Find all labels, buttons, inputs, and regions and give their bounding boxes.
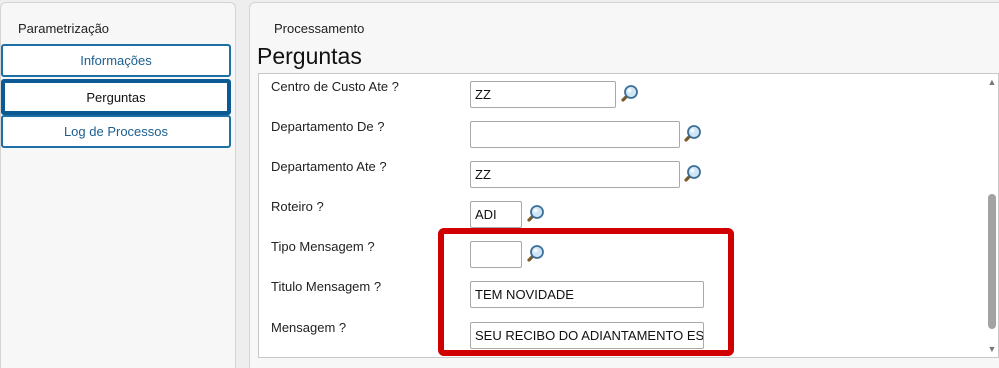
sidebar-item-informacoes[interactable]: Informações	[1, 44, 231, 77]
questions-form: Centro de Custo Ate ? ZZ Departamento De…	[258, 73, 999, 358]
field-label-mensagem: Mensagem ?	[271, 320, 347, 335]
tipo-mensagem-input[interactable]	[470, 241, 522, 268]
departamento-ate-input[interactable]: ZZ	[470, 161, 680, 188]
sidebar-panel: Parametrização Informações Perguntas Log…	[0, 2, 236, 368]
page-title: Perguntas	[257, 43, 362, 69]
field-label-tipo-mensagem: Tipo Mensagem ?	[271, 239, 375, 254]
scroll-down-arrow-icon[interactable]: ▼	[986, 343, 998, 355]
vertical-scrollbar[interactable]: ▲ ▼	[986, 74, 998, 357]
magnifier-icon[interactable]	[618, 83, 640, 105]
departamento-de-input[interactable]	[470, 121, 680, 148]
scroll-thumb[interactable]	[988, 194, 996, 329]
field-label-departamento-de: Departamento De ?	[271, 119, 385, 134]
sidebar-title: Parametrização	[18, 21, 110, 36]
mensagem-input[interactable]: SEU RECIBO DO ADIANTAMENTO ES	[470, 322, 704, 349]
roteiro-input[interactable]: ADI	[470, 201, 522, 228]
centro-custo-ate-input[interactable]: ZZ	[470, 81, 616, 108]
magnifier-icon[interactable]	[524, 243, 546, 265]
section-label: Processamento	[274, 21, 365, 36]
sidebar-item-log-de-processos[interactable]: Log de Processos	[1, 115, 231, 148]
magnifier-icon[interactable]	[524, 203, 546, 225]
field-label-titulo-mensagem: Titulo Mensagem ?	[271, 279, 382, 294]
scroll-up-arrow-icon[interactable]: ▲	[986, 76, 998, 88]
magnifier-icon[interactable]	[681, 123, 703, 145]
titulo-mensagem-input[interactable]: TEM NOVIDADE	[470, 281, 704, 308]
field-label-departamento-ate: Departamento Ate ?	[271, 159, 387, 174]
magnifier-icon[interactable]	[681, 163, 703, 185]
main-panel: Processamento Perguntas Centro de Custo …	[249, 2, 999, 368]
sidebar-item-perguntas[interactable]: Perguntas	[1, 79, 231, 115]
field-label-centro-custo-ate: Centro de Custo Ate ?	[271, 79, 399, 94]
field-label-roteiro: Roteiro ?	[271, 199, 324, 214]
